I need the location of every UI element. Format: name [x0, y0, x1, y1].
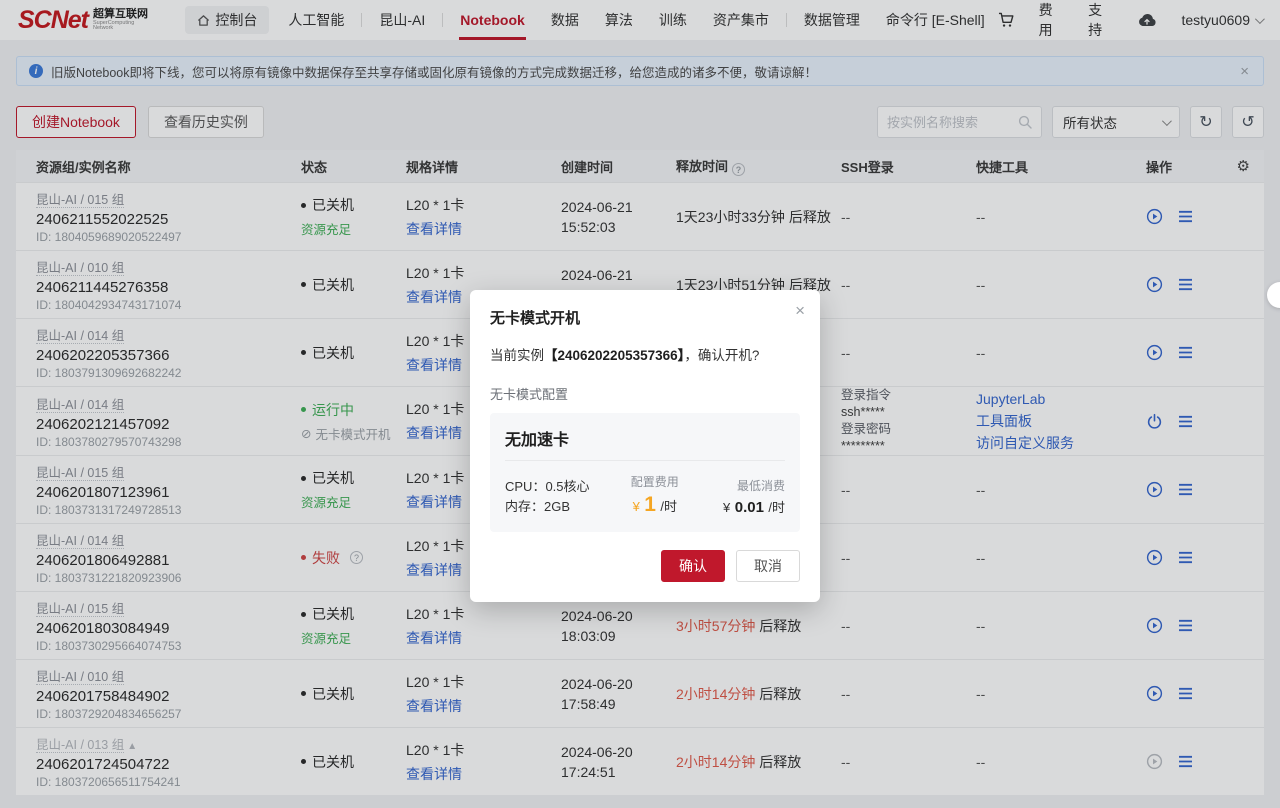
modal-close-icon[interactable]: × [795, 302, 805, 319]
config-section-label: 无卡模式配置 [490, 384, 800, 403]
cancel-button[interactable]: 取消 [736, 550, 800, 582]
memory-spec: 内存：2GB [505, 497, 611, 517]
instance-id-text: 【2406202205357366】 [544, 348, 684, 363]
modal-title: 无卡模式开机 [490, 307, 800, 328]
config-card: 无加速卡 CPU：0.5核心 内存：2GB 配置费用 ¥ 1 /时 最低消费 ¥… [490, 413, 800, 532]
fee-value: 1 [644, 493, 656, 516]
config-fee: 配置费用 ¥ 1 /时 [611, 473, 698, 517]
min-cost-label: 最低消费 [698, 477, 785, 494]
min-cost-value: 0.01 [735, 499, 764, 516]
fee-label: 配置费用 [611, 473, 698, 490]
confirm-button[interactable]: 确认 [661, 550, 725, 582]
cpu-spec: CPU：0.5核心 [505, 477, 611, 497]
config-specs: CPU：0.5核心 内存：2GB [505, 477, 611, 517]
modal-message: 当前实例【2406202205357366】，确认开机? [490, 344, 800, 364]
no-card-startup-modal: 无卡模式开机 × 当前实例【2406202205357366】，确认开机? 无卡… [470, 290, 820, 602]
config-min-cost: 最低消费 ¥ 0.01 /时 [698, 477, 785, 517]
config-card-title: 无加速卡 [505, 426, 785, 461]
